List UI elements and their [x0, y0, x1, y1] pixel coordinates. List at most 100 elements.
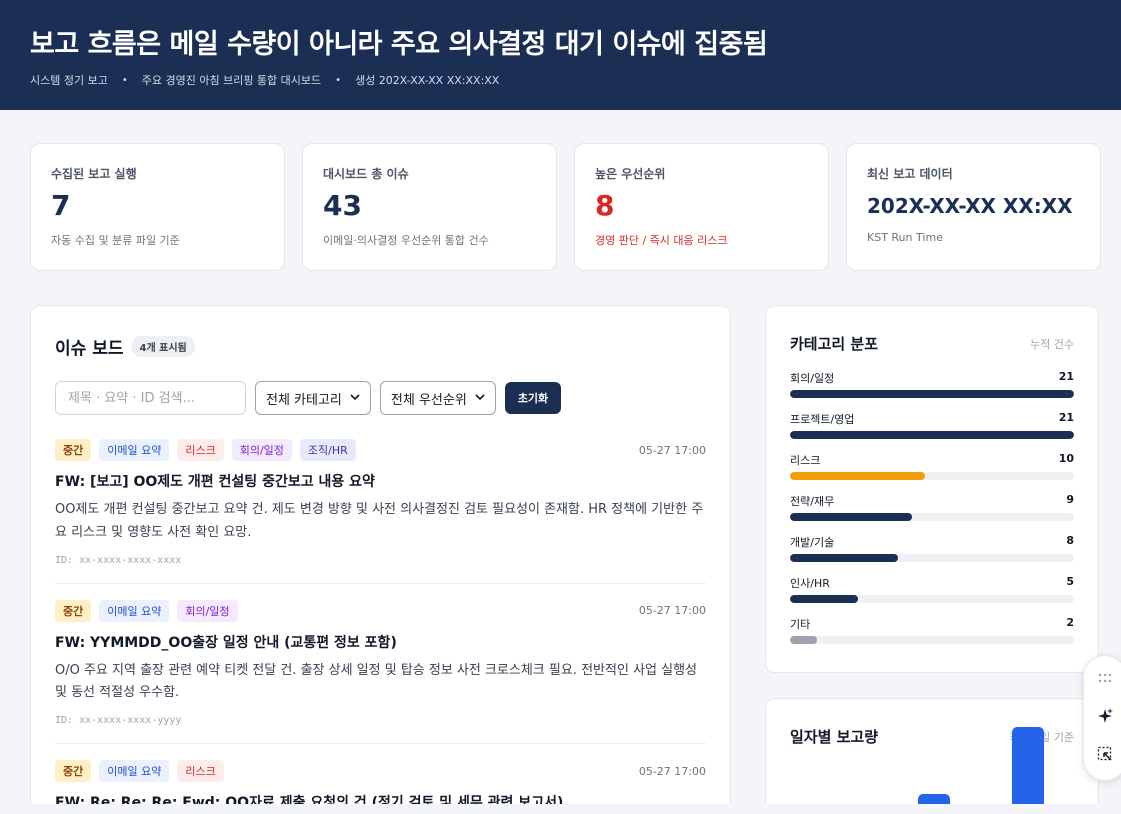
- category-count: 21: [1058, 370, 1074, 383]
- category-name: 프로젝트/영업: [790, 413, 855, 426]
- priority-tag: 중간: [55, 599, 92, 622]
- issue-title: FW: [보고] OO제도 개편 컨설팅 중간보고 내용 요약: [55, 474, 375, 490]
- kpi-card-latest: 최신 보고 데이터 202X-XX-XX XX:XX KST Run Time: [846, 143, 1101, 271]
- kpi-value: 43: [323, 189, 362, 222]
- category-name: 개발/기술: [790, 536, 835, 549]
- daily-bar: [1012, 727, 1044, 807]
- category-row: 인사/HR 5: [790, 575, 1074, 603]
- category-row: 기타 2: [790, 616, 1074, 644]
- category-bar-track: [790, 513, 1074, 521]
- category-bar: [790, 513, 912, 521]
- issue-item[interactable]: 중간 이메일 요약 회의/일정 05-27 17:00 FW: YYMMDD_O…: [55, 599, 706, 744]
- meta-source: 시스템 정기 보고: [30, 74, 108, 87]
- page-header: 보고 흐름은 메일 수량이 아니라 주요 의사결정 대기 이슈에 집중됨 시스템…: [0, 0, 1121, 110]
- kpi-value: 8: [595, 189, 615, 222]
- category-tag: 회의/일정: [231, 439, 292, 461]
- category-bar: [790, 595, 858, 603]
- priority-tag: 중간: [55, 760, 92, 782]
- kpi-sub: 이메일·의사결정 우선순위 통합 건수: [323, 233, 489, 247]
- issue-time: 05-27 17:00: [638, 443, 706, 457]
- kpi-value: 7: [51, 189, 71, 222]
- kpi-label: 대시보드 총 이슈: [323, 167, 409, 181]
- board-title: 이슈 보드: [55, 339, 124, 359]
- kpi-card-runs: 수집된 보고 실행 7 자동 수집 및 분류 파일 기준: [30, 143, 285, 271]
- category-bar-track: [790, 554, 1074, 562]
- category-tag: 이메일 요약: [99, 599, 170, 622]
- kpi-row: 수집된 보고 실행 7 자동 수집 및 분류 파일 기준 대시보드 총 이슈 4…: [30, 143, 1101, 271]
- category-row: 회의/일정 21: [790, 370, 1074, 398]
- category-count: 9: [1066, 493, 1074, 506]
- category-count: 8: [1066, 534, 1074, 547]
- card-title: 카테고리 분포: [790, 335, 879, 353]
- kpi-value: 202X-XX-XX XX:XX: [867, 194, 1073, 218]
- daily-volume-card: 일자별 보고량 최근 3일 기준: [765, 698, 1099, 814]
- kpi-label: 최신 보고 데이터: [867, 167, 953, 181]
- category-bar: [790, 472, 926, 480]
- category-bar-track: [790, 390, 1074, 398]
- count-badge: 4개 표시됨: [131, 336, 195, 357]
- category-name: 인사/HR: [790, 577, 830, 590]
- priority-select[interactable]: 전체 우선순위: [379, 381, 496, 415]
- category-name: 기타: [790, 618, 811, 631]
- issue-id: ID: xx-xxxx-xxxx-xxxx: [55, 554, 182, 566]
- category-select-value: 전체 카테고리: [266, 392, 342, 408]
- kpi-card-high-priority: 높은 우선순위 8 경영 판단 / 즉시 대응 리스크: [574, 143, 829, 271]
- category-tag: 리스크: [177, 760, 224, 782]
- issue-item[interactable]: 중간 이메일 요약 리스크 회의/일정 조직/HR 05-27 17:00 FW…: [55, 439, 706, 584]
- meta-dashboard: 주요 경영진 아침 브리핑 통합 대시보드: [141, 74, 322, 87]
- header-meta: 시스템 정기 보고 • 주요 경영진 아침 브리핑 통합 대시보드 • 생성 2…: [30, 74, 500, 87]
- sparkle-icon[interactable]: [1095, 706, 1115, 726]
- category-count: 10: [1058, 452, 1074, 465]
- priority-tag: 중간: [55, 439, 92, 461]
- category-bar-track: [790, 595, 1074, 603]
- issue-title: FW: YYMMDD_OO출장 일정 안내 (교통편 정보 포함): [55, 634, 397, 651]
- category-tag: 조직/HR: [299, 439, 356, 461]
- floating-toolbar: [1083, 655, 1121, 781]
- issue-time: 05-27 17:00: [638, 764, 706, 778]
- category-row: 개발/기술 8: [790, 534, 1074, 562]
- tag-list: 중간 이메일 요약 리스크: [55, 760, 224, 782]
- filter-bar: 전체 카테고리 전체 우선순위 초기화: [55, 381, 706, 415]
- issue-summary: O/O 주요 지역 출장 관련 예약 티켓 전달 건. 출장 상세 일정 및 탑…: [55, 662, 697, 701]
- category-distribution-card: 카테고리 분포 누적 건수 회의/일정 21 프로젝트/영업 21 리스크 10 전략/재무…: [765, 305, 1099, 673]
- kpi-sub: 경영 판단 / 즉시 대응 리스크: [595, 233, 728, 247]
- category-name: 리스크: [790, 454, 821, 467]
- select-area-icon[interactable]: [1095, 744, 1115, 764]
- category-bar-track: [790, 472, 1074, 480]
- category-count: 5: [1066, 575, 1074, 588]
- daily-bar-chart: [766, 707, 1098, 807]
- search-input[interactable]: [55, 381, 246, 415]
- tag-list: 중간 이메일 요약 리스크 회의/일정 조직/HR: [55, 439, 356, 461]
- category-tag: 회의/일정: [177, 599, 238, 622]
- drag-handle-icon[interactable]: [1095, 668, 1115, 688]
- category-select[interactable]: 전체 카테고리: [255, 381, 371, 415]
- tag-list: 중간 이메일 요약 회의/일정: [55, 599, 238, 622]
- category-bar-track: [790, 431, 1074, 439]
- kpi-sub: 자동 수집 및 분류 파일 기준: [51, 233, 180, 247]
- issue-id: ID: xx-xxxx-xxxx-yyyy: [55, 715, 182, 726]
- category-bar-track: [790, 636, 1074, 644]
- category-list: 회의/일정 21 프로젝트/영업 21 리스크 10 전략/재무 9 개발/기술 8 인사/HR 5 기…: [790, 370, 1074, 644]
- category-row: 리스크 10: [790, 452, 1074, 480]
- meta-generated: 생성 202X-XX-XX XX:XX:XX: [355, 74, 500, 87]
- page-title: 보고 흐름은 메일 수량이 아니라 주요 의사결정 대기 이슈에 집중됨: [30, 29, 768, 60]
- category-bar: [790, 390, 1074, 398]
- category-name: 회의/일정: [790, 372, 835, 385]
- chevron-down-icon: [475, 392, 485, 405]
- category-count: 21: [1058, 411, 1074, 424]
- category-row: 전략/재무 9: [790, 493, 1074, 521]
- category-bar: [790, 636, 818, 644]
- reset-button[interactable]: 초기화: [504, 382, 562, 414]
- issue-summary: OO제도 개편 컨설팅 중간보고 요약 건. 제도 변경 방향 및 사전 의사결…: [55, 502, 704, 540]
- category-name: 전략/재무: [790, 495, 835, 508]
- category-bar: [790, 554, 899, 562]
- kpi-label: 높은 우선순위: [595, 167, 666, 181]
- board-header: 이슈 보드 4개 표시됨: [55, 334, 706, 359]
- priority-select-value: 전체 우선순위: [390, 392, 467, 408]
- category-count: 2: [1066, 616, 1074, 629]
- category-tag: 이메일 요약: [99, 760, 170, 782]
- category-bar: [790, 431, 1074, 439]
- kpi-label: 수집된 보고 실행: [51, 167, 137, 181]
- category-row: 프로젝트/영업 21: [790, 411, 1074, 439]
- card-note: 누적 건수: [1030, 337, 1074, 351]
